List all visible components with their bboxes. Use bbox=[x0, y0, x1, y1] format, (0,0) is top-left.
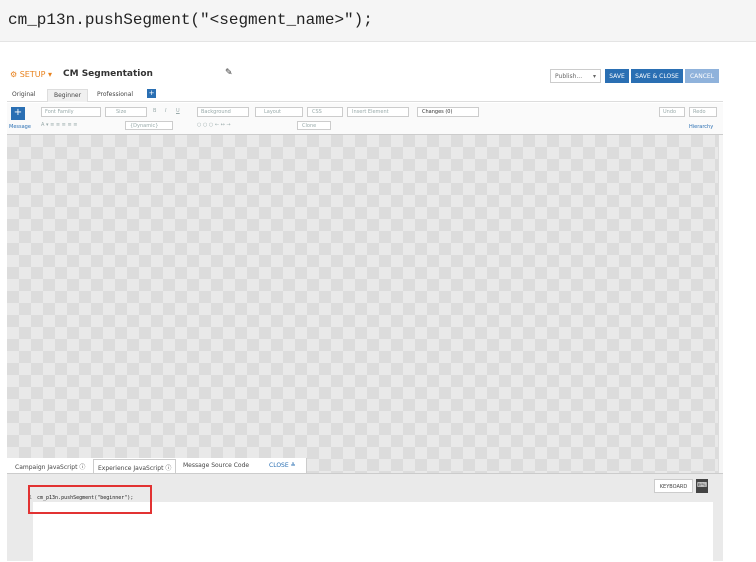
background-select[interactable]: Background bbox=[197, 107, 249, 117]
setup-menu[interactable]: ⚙ SETUP ▾ bbox=[10, 70, 52, 79]
undo-button[interactable]: Undo bbox=[659, 107, 685, 117]
toolbar: + Message Font Family Size B I U A ▾ ≡ ≡… bbox=[7, 103, 723, 135]
pencil-icon[interactable]: ✎ bbox=[225, 68, 233, 78]
code-panel-tabs: Campaign JavaScript ⓘ Experience JavaScr… bbox=[7, 458, 307, 474]
shape-tools[interactable]: ○ ○ ○ ← ↔ → bbox=[197, 122, 231, 128]
font-color-icon[interactable]: A ▾ ≡ ≡ ≡ ≡ ≡ bbox=[41, 122, 77, 128]
canvas-scrollbar[interactable] bbox=[718, 135, 723, 473]
keyboard-button[interactable]: KEYBOARD bbox=[654, 479, 693, 493]
css-select[interactable]: CSS bbox=[307, 107, 343, 117]
tab-experience-javascript[interactable]: Experience JavaScript ⓘ bbox=[93, 459, 177, 474]
tab-professional[interactable]: Professional bbox=[97, 91, 133, 98]
size-label: Size bbox=[116, 109, 127, 115]
tab-beginner[interactable]: Beginner bbox=[47, 89, 89, 102]
insert-element-label: Insert Element bbox=[352, 109, 389, 115]
add-message-icon[interactable]: + bbox=[11, 107, 25, 120]
code-snippet-banner: cm_p13n.pushSegment("<segment_name>"); bbox=[0, 0, 756, 42]
publish-label: Publish... bbox=[555, 73, 583, 80]
keyboard-icon[interactable]: ⌨ bbox=[696, 479, 708, 493]
editor-screenshot: ⚙ SETUP ▾ CM Segmentation ✎ Publish... ▾… bbox=[7, 63, 723, 562]
layout-label: Layout bbox=[264, 109, 281, 115]
font-family-label: Font Family bbox=[45, 109, 74, 115]
header-bar: ⚙ SETUP ▾ CM Segmentation ✎ Publish... ▾… bbox=[7, 63, 723, 87]
font-family-select[interactable]: Font Family bbox=[41, 107, 101, 117]
italic-button[interactable]: I bbox=[165, 108, 166, 114]
tab-message-source-code[interactable]: Message Source Code bbox=[183, 462, 249, 469]
insert-element-button[interactable]: Insert Element bbox=[347, 107, 409, 117]
design-canvas[interactable] bbox=[7, 135, 718, 473]
dynamic-button[interactable]: {Dynamic} bbox=[125, 121, 173, 130]
redo-button[interactable]: Redo bbox=[689, 107, 717, 117]
save-close-button[interactable]: SAVE & CLOSE bbox=[631, 69, 683, 83]
size-select[interactable]: Size bbox=[105, 107, 147, 117]
undo-label: Undo bbox=[663, 109, 677, 115]
changes-select[interactable]: Changes (0) bbox=[417, 107, 479, 117]
save-button[interactable]: SAVE bbox=[605, 69, 629, 83]
hierarchy-link[interactable]: Hierarchy bbox=[689, 124, 713, 130]
tab-original[interactable]: Original bbox=[12, 91, 35, 98]
message-button[interactable]: Message bbox=[9, 124, 31, 130]
layout-select[interactable]: Layout bbox=[255, 107, 303, 117]
tab-campaign-javascript[interactable]: Campaign JavaScript ⓘ bbox=[15, 462, 85, 471]
clone-button[interactable]: Clone bbox=[297, 121, 331, 130]
underline-button[interactable]: U bbox=[176, 108, 180, 114]
page-title: CM Segmentation bbox=[63, 69, 153, 79]
redo-label: Redo bbox=[693, 109, 706, 115]
chevron-down-icon: ▾ bbox=[592, 73, 596, 80]
add-tab-icon[interactable]: + bbox=[147, 89, 156, 98]
code-editor-panel: KEYBOARD ⌨ 1 cm_p13n.pushSegment("beginn… bbox=[7, 473, 723, 562]
close-panel-button[interactable]: CLOSE ≚ bbox=[269, 462, 296, 469]
cancel-button[interactable]: CANCEL bbox=[685, 69, 719, 83]
code-snippet-text: cm_p13n.pushSegment("<segment_name>"); bbox=[8, 11, 373, 29]
version-tabs: Original Beginner Professional + bbox=[7, 88, 723, 102]
dynamic-label: {Dynamic} bbox=[130, 123, 159, 129]
background-label: Background bbox=[201, 109, 231, 115]
clone-label: Clone bbox=[302, 123, 317, 129]
highlight-box bbox=[28, 485, 152, 514]
bold-button[interactable]: B bbox=[153, 108, 156, 114]
css-label: CSS bbox=[312, 109, 322, 115]
changes-label: Changes (0) bbox=[422, 109, 453, 115]
publish-select[interactable]: Publish... ▾ bbox=[550, 69, 601, 83]
